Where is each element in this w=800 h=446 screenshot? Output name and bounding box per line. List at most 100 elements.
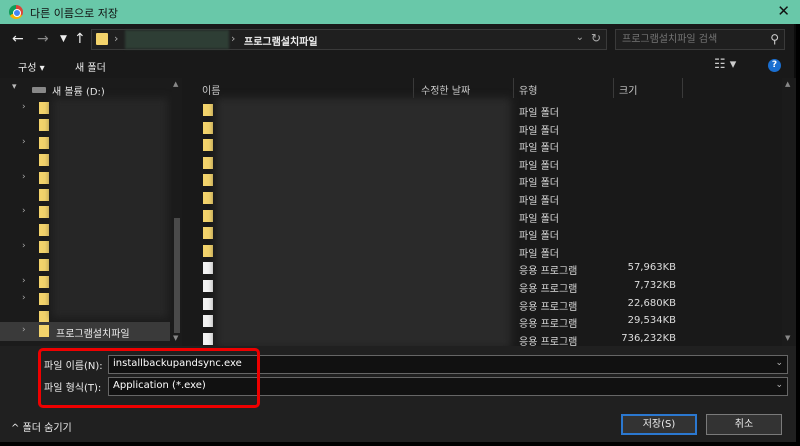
chevron-down-icon[interactable]: ⌄	[775, 358, 783, 368]
folder-icon	[39, 276, 49, 288]
file-size: 29,534KB	[627, 315, 676, 327]
file-type: 파일 폴더	[519, 213, 559, 225]
folder-icon	[39, 206, 49, 219]
chevron-down-icon[interactable]: ⌄	[775, 380, 783, 390]
column-header-type[interactable]: 유형	[515, 78, 614, 98]
file-size: 7,732KB	[633, 280, 676, 291]
file-type: 파일 폴더	[519, 231, 559, 243]
expand-chevron-icon[interactable]: ›	[22, 293, 26, 303]
tree-item-selected[interactable]: › 프로그램설치파일	[0, 322, 170, 341]
column-header-date[interactable]: 수정한 날짜	[415, 78, 514, 98]
folder-icon	[39, 293, 49, 306]
file-type: 파일 폴더	[519, 125, 559, 137]
folder-icon	[39, 102, 49, 114]
window-title: 다른 이름으로 저장	[30, 7, 118, 20]
scroll-up-icon[interactable]: ▲	[785, 80, 790, 88]
folder-icon	[39, 258, 49, 271]
expand-chevron-icon[interactable]: ›	[22, 102, 26, 112]
organize-button[interactable]: 구성 ▾	[18, 59, 45, 74]
folder-icon	[203, 227, 213, 240]
cancel-button[interactable]: 취소	[706, 414, 782, 435]
file-size: 22,680KB	[627, 297, 676, 309]
address-bar[interactable]: › › 프로그램설치파일 ⌄ ↻	[91, 29, 607, 50]
scroll-thumb[interactable]	[174, 218, 180, 333]
scroll-down-icon[interactable]: ▼	[173, 334, 178, 342]
file-list[interactable]: ^ 이름 수정한 날짜 유형 크기 파일 폴더 파일 폴더 파일 폴더 파일 폴더 파일…	[186, 78, 782, 346]
search-box[interactable]: ⚲	[615, 29, 785, 50]
scroll-up-icon[interactable]: ▲	[173, 80, 178, 88]
application-icon	[203, 297, 213, 310]
refresh-icon[interactable]: ↻	[591, 31, 601, 45]
application-icon	[203, 315, 213, 328]
application-icon	[203, 332, 213, 345]
application-icon	[203, 262, 213, 275]
scroll-down-icon[interactable]: ▼	[785, 334, 790, 342]
folder-icon	[203, 209, 213, 222]
view-options-icon[interactable]: ☷ ▾	[714, 57, 736, 72]
title-bar: 다른 이름으로 저장 ✕	[0, 0, 800, 24]
chrome-icon	[9, 5, 23, 19]
file-type: 파일 폴더	[519, 160, 559, 172]
blurred-file-names	[216, 98, 511, 346]
file-type: 응용 프로그램	[519, 266, 578, 278]
chevron-down-icon[interactable]: ⌄	[576, 32, 584, 43]
help-icon[interactable]: ?	[768, 59, 781, 72]
expand-chevron-icon[interactable]: ›	[22, 172, 26, 182]
folder-icon	[39, 171, 49, 184]
up-arrow-icon[interactable]: ↑	[74, 31, 86, 47]
save-button[interactable]: 저장(S)	[621, 414, 697, 435]
search-icon[interactable]: ⚲	[770, 32, 779, 46]
address-row: ← → ▼ ↑ › › 프로그램설치파일 ⌄ ↻ ⚲	[0, 24, 796, 54]
column-header-size[interactable]: 크기	[615, 78, 683, 98]
expand-chevron-icon[interactable]: ›	[22, 206, 26, 216]
sort-ascending-icon: ^	[308, 78, 316, 85]
folder-icon	[39, 310, 49, 323]
breadcrumb-chevron-icon[interactable]: ›	[231, 32, 235, 45]
file-size: 736,232KB	[621, 332, 676, 344]
save-dialog: ← → ▼ ↑ › › 프로그램설치파일 ⌄ ↻ ⚲ 구성 ▾ 새 폴더 ☷ ▾…	[0, 24, 796, 442]
expand-chevron-icon[interactable]: ›	[22, 276, 26, 286]
folder-icon	[203, 192, 213, 204]
file-type: 응용 프로그램	[519, 301, 578, 313]
expand-chevron-icon[interactable]: ›	[22, 325, 26, 335]
drive-label: 새 볼륨 (D:)	[52, 87, 105, 98]
folder-icon	[203, 174, 213, 187]
folder-icon	[203, 156, 213, 169]
file-type: 파일 폴더	[519, 178, 559, 190]
file-list-scrollbar[interactable]: ▲ ▼	[782, 78, 796, 346]
breadcrumb-current[interactable]: 프로그램설치파일	[244, 33, 318, 48]
file-type: 응용 프로그램	[519, 284, 578, 295]
expand-chevron-icon[interactable]: ›	[22, 137, 26, 147]
red-highlight-annotation	[38, 348, 260, 408]
nav-scrollbar[interactable]: ▲ ▼	[172, 78, 182, 346]
file-size: 57,963KB	[627, 262, 676, 274]
new-folder-button[interactable]: 새 폴더	[75, 59, 106, 74]
application-icon	[203, 280, 213, 292]
command-bar: 구성 ▾ 새 폴더 ☷ ▾ ?	[0, 54, 796, 78]
folder-icon	[39, 223, 49, 236]
blurred-path	[125, 30, 229, 49]
folder-icon	[39, 241, 49, 254]
file-type: 파일 폴더	[519, 248, 559, 260]
back-arrow-icon[interactable]: ←	[12, 31, 24, 47]
expand-chevron-icon[interactable]: ›	[22, 241, 26, 251]
file-type: 응용 프로그램	[519, 319, 578, 331]
tree-item-label: 프로그램설치파일	[56, 329, 130, 340]
breadcrumb-chevron-icon[interactable]: ›	[114, 32, 118, 45]
expand-chevron-icon[interactable]: ▾	[12, 82, 17, 92]
column-header-name[interactable]: ^ 이름	[196, 78, 414, 98]
folder-icon	[39, 325, 49, 337]
search-input[interactable]	[622, 32, 762, 47]
folder-icon	[203, 244, 213, 257]
file-type: 파일 폴더	[519, 196, 559, 207]
drive-icon	[32, 87, 46, 93]
forward-arrow-icon[interactable]: →	[37, 31, 49, 47]
close-icon[interactable]: ✕	[777, 2, 790, 20]
recent-locations-icon[interactable]: ▼	[60, 34, 67, 44]
folder-icon	[203, 104, 213, 116]
folder-icon	[39, 189, 49, 201]
file-type: 응용 프로그램	[519, 336, 578, 346]
hide-folders-toggle[interactable]: ^ 폴더 숨기기	[11, 419, 72, 434]
navigation-pane[interactable]: ▾ 새 볼륨 (D:) › › › › › › › › 프로그램설치파일 ▲ ▼	[0, 78, 182, 346]
folder-icon	[203, 121, 213, 134]
